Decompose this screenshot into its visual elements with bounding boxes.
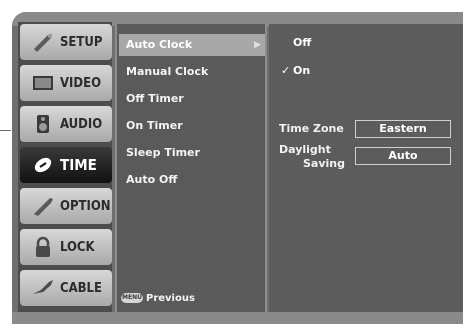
nav-item-time[interactable]: TIME bbox=[20, 147, 112, 183]
menu-key-icon: MENU bbox=[121, 293, 143, 303]
nav-item-label: TIME bbox=[60, 156, 97, 174]
submenu-arrow-icon: ▶ bbox=[254, 40, 261, 50]
menu-item-on-timer[interactable]: On Timer bbox=[119, 115, 265, 137]
padlock-icon bbox=[30, 236, 56, 258]
nav-item-setup[interactable]: SETUP bbox=[20, 24, 112, 60]
nav-item-lock[interactable]: LOCK bbox=[20, 229, 112, 265]
menu-item-off-timer[interactable]: Off Timer bbox=[119, 88, 265, 110]
option-label: Off bbox=[293, 36, 312, 49]
menu-footer-label: Previous bbox=[146, 292, 195, 304]
menu-item-manual-clock[interactable]: Manual Clock bbox=[119, 61, 265, 83]
menu-item-label: Auto Clock bbox=[126, 38, 193, 51]
menu-item-auto-off[interactable]: Auto Off bbox=[119, 169, 265, 191]
pointer-line bbox=[0, 130, 11, 131]
osd-bottom-bar bbox=[12, 312, 463, 324]
speaker-icon bbox=[30, 113, 56, 135]
time-zone-label: Time Zone bbox=[279, 122, 344, 135]
screen-icon bbox=[30, 72, 56, 94]
time-menu: Auto Clock ▶ Manual Clock Off Timer On T… bbox=[115, 24, 267, 312]
nav-item-cable[interactable]: CABLE bbox=[20, 270, 112, 306]
wrench-icon bbox=[30, 31, 56, 53]
daylight-saving-value[interactable]: Auto bbox=[355, 147, 451, 165]
nav-item-video[interactable]: VIDEO bbox=[20, 65, 112, 101]
nav-item-label: AUDIO bbox=[60, 116, 103, 132]
time-zone-value[interactable]: Eastern bbox=[355, 120, 451, 138]
daylight-label: Daylight bbox=[279, 143, 331, 156]
option-off[interactable]: Off bbox=[281, 36, 311, 49]
menu-item-label: Sleep Timer bbox=[126, 146, 200, 159]
tools-icon bbox=[30, 195, 56, 217]
nav-item-label: VIDEO bbox=[60, 75, 102, 91]
saving-label: Saving bbox=[303, 157, 345, 170]
menu-item-auto-clock[interactable]: Auto Clock ▶ bbox=[119, 34, 265, 56]
category-nav: SETUP VIDEO AUDIO TIME OPTION LOCK CABLE bbox=[18, 22, 112, 312]
menu-footer[interactable]: MENU Previous bbox=[121, 290, 195, 306]
cable-icon bbox=[30, 277, 56, 299]
menu-item-label: On Timer bbox=[126, 119, 183, 132]
menu-item-sleep-timer[interactable]: Sleep Timer bbox=[119, 142, 265, 164]
nav-item-audio[interactable]: AUDIO bbox=[20, 106, 112, 142]
options-panel: Off ✓ On Time Zone Eastern Daylight Savin… bbox=[269, 24, 463, 312]
option-label: On bbox=[293, 64, 311, 77]
clock-icon bbox=[30, 154, 56, 176]
nav-item-option[interactable]: OPTION bbox=[20, 188, 112, 224]
nav-item-label: OPTION bbox=[60, 198, 111, 214]
option-on[interactable]: ✓ On bbox=[281, 64, 310, 77]
nav-item-label: LOCK bbox=[60, 239, 95, 255]
nav-item-label: SETUP bbox=[60, 34, 103, 50]
menu-item-label: Manual Clock bbox=[126, 65, 209, 78]
nav-item-label: CABLE bbox=[60, 280, 102, 296]
menu-item-label: Auto Off bbox=[126, 173, 178, 186]
menu-item-label: Off Timer bbox=[126, 92, 184, 105]
check-icon: ✓ bbox=[281, 64, 291, 77]
